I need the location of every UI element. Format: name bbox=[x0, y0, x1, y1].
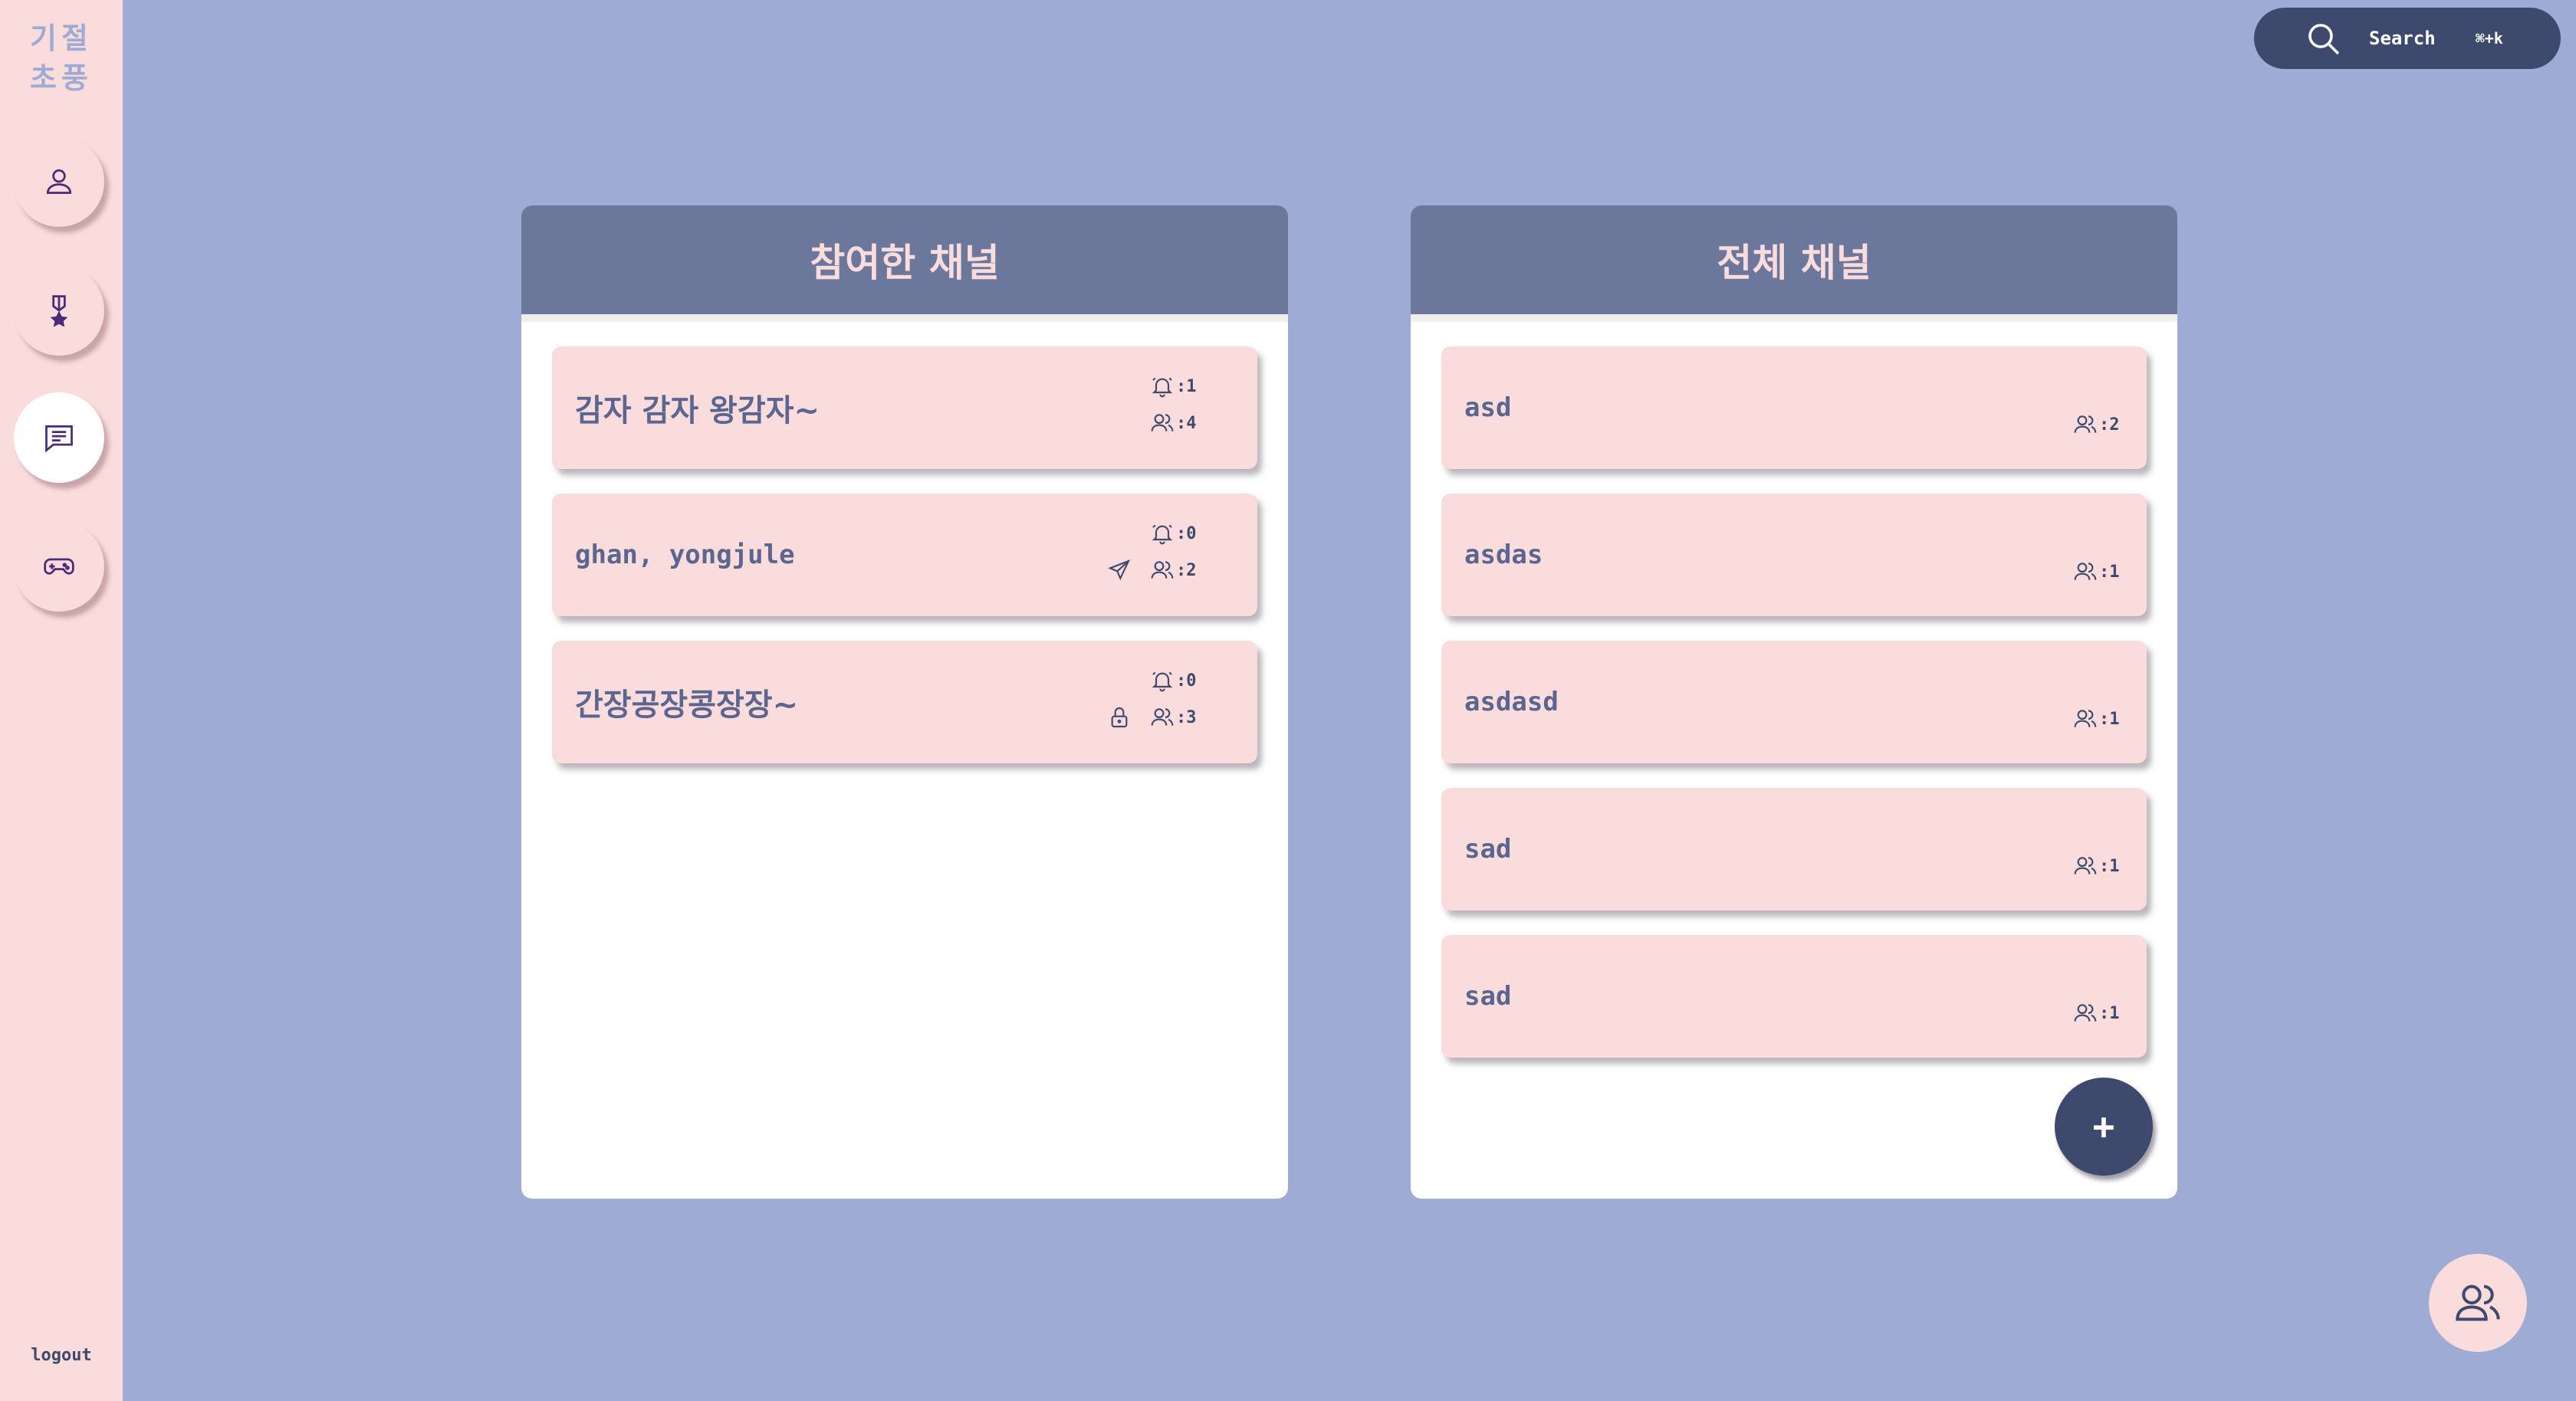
channel-name: 감자 감자 왕감자~ bbox=[575, 393, 820, 428]
users-icon bbox=[1151, 414, 1174, 431]
app-logo[interactable]: 기절 초풍 bbox=[0, 18, 123, 98]
unread-count: :0 bbox=[1150, 521, 1197, 546]
joined-channels-panel: 참여한 채널 감자 감자 왕감자~ :1 :4 ghan, yongjule :… bbox=[521, 205, 1288, 1199]
medal-icon bbox=[50, 295, 68, 327]
logo-line1: 기절 bbox=[30, 21, 93, 55]
joined-channels-title: 참여한 채널 bbox=[521, 205, 1288, 322]
sidebar: 기절 초풍 logout bbox=[0, 0, 123, 1401]
bell-icon bbox=[1152, 377, 1173, 398]
nav-profile-button[interactable] bbox=[14, 136, 104, 227]
search-icon bbox=[2308, 24, 2340, 55]
friends-icon bbox=[2456, 1285, 2500, 1321]
add-channel-button[interactable]: + bbox=[2055, 1078, 2153, 1176]
users-icon bbox=[2074, 415, 2097, 433]
channel-card[interactable]: sad :1 bbox=[1441, 788, 2147, 910]
users-icon bbox=[2074, 857, 2097, 874]
member-count: :4 bbox=[1150, 411, 1197, 435]
nav-chat-button[interactable] bbox=[14, 392, 104, 483]
channel-name: sad bbox=[1464, 981, 1512, 1012]
unread-count: :0 bbox=[1150, 668, 1197, 693]
channel-card[interactable]: sad :1 bbox=[1441, 935, 2147, 1058]
friends-button[interactable] bbox=[2429, 1254, 2527, 1352]
member-count: :1 bbox=[2073, 1001, 2120, 1025]
channel-card[interactable]: asdas :1 bbox=[1441, 494, 2147, 616]
plus-icon: + bbox=[2092, 1105, 2115, 1148]
all-channels-title: 전체 채널 bbox=[1411, 205, 2177, 322]
channel-name: sad bbox=[1464, 834, 1512, 865]
member-count: :1 bbox=[2073, 707, 2120, 731]
search-shortcut: ⌘+k bbox=[2475, 29, 2503, 48]
logout-link[interactable]: logout bbox=[0, 1346, 123, 1365]
unread-count: :1 bbox=[1150, 374, 1197, 399]
users-icon bbox=[2074, 1004, 2097, 1022]
member-count: :2 bbox=[1150, 558, 1197, 582]
channel-card[interactable]: 감자 감자 왕감자~ :1 :4 bbox=[552, 346, 1257, 469]
lock-icon bbox=[1111, 707, 1128, 728]
channel-card[interactable]: asdasd :1 bbox=[1441, 641, 2147, 763]
channel-name: ghan, yongjule bbox=[575, 540, 795, 570]
user-icon bbox=[46, 169, 72, 195]
gamepad-icon bbox=[44, 558, 74, 575]
logo-line2: 초풍 bbox=[30, 61, 93, 95]
chat-icon bbox=[45, 425, 73, 453]
member-count: :1 bbox=[2073, 854, 2120, 878]
all-channels-panel: 전체 채널 asd :2 asdas :1 asdasd :1 sad :1 s… bbox=[1411, 205, 2177, 1199]
nav-game-button[interactable] bbox=[14, 521, 104, 612]
member-count: :3 bbox=[1150, 705, 1197, 730]
channel-card[interactable]: 간장공장콩장장~ :0 :3 bbox=[552, 641, 1257, 763]
private-badge bbox=[1107, 705, 1133, 730]
channel-card[interactable]: asd :2 bbox=[1441, 346, 2147, 469]
channel-name: 간장공장콩장장~ bbox=[575, 687, 799, 723]
search-label: Search bbox=[2369, 28, 2436, 49]
member-count: :1 bbox=[2073, 559, 2120, 584]
bell-icon bbox=[1152, 524, 1173, 545]
users-icon bbox=[1151, 561, 1174, 579]
send-icon bbox=[1108, 559, 1131, 581]
channel-name: asdas bbox=[1464, 540, 1543, 570]
users-icon bbox=[2074, 563, 2097, 580]
users-icon bbox=[1151, 708, 1174, 726]
member-count: :2 bbox=[2073, 412, 2120, 437]
nav-ranking-button[interactable] bbox=[14, 265, 104, 356]
channel-card[interactable]: ghan, yongjule :0 :2 bbox=[552, 494, 1257, 616]
dm-badge bbox=[1107, 558, 1133, 582]
search-button[interactable]: Search ⌘+k bbox=[2254, 8, 2561, 69]
channel-name: asdasd bbox=[1464, 687, 1559, 717]
users-icon bbox=[2074, 710, 2097, 727]
channel-name: asd bbox=[1464, 392, 1512, 423]
bell-icon bbox=[1152, 671, 1173, 692]
